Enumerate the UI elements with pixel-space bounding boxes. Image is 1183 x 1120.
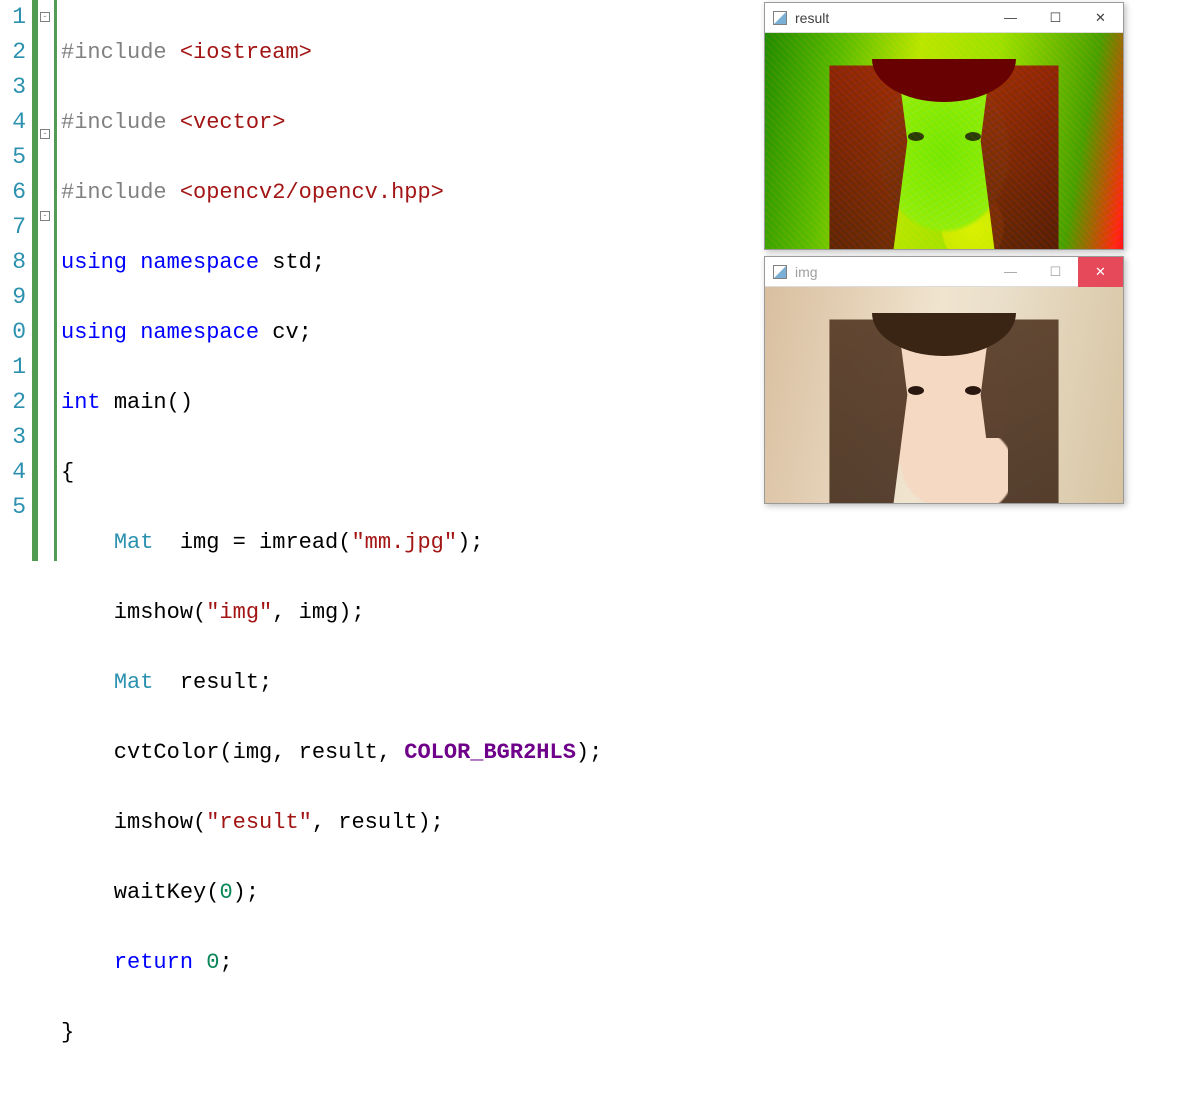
result-image	[765, 33, 1123, 249]
code-line[interactable]: return 0;	[61, 945, 602, 980]
line-number: 4	[0, 455, 32, 490]
code-line[interactable]: #include <vector>	[61, 105, 602, 140]
close-button[interactable]: ✕	[1078, 257, 1123, 287]
line-number: 3	[0, 420, 32, 455]
titlebar[interactable]: result — ☐ ✕	[765, 3, 1123, 33]
line-number: 5	[0, 140, 32, 175]
fold-toggle-icon[interactable]: -	[40, 129, 50, 139]
maximize-button[interactable]: ☐	[1033, 3, 1078, 33]
line-number: 5	[0, 490, 32, 525]
fold-column[interactable]: - - -	[38, 0, 52, 561]
fold-toggle-icon[interactable]: -	[40, 12, 50, 22]
code-line[interactable]: imshow("result", result);	[61, 805, 602, 840]
output-window-result[interactable]: result — ☐ ✕	[764, 2, 1124, 250]
code-area[interactable]: #include <iostream> #include <vector> #i…	[57, 0, 602, 561]
app-icon	[773, 265, 787, 279]
close-button[interactable]: ✕	[1078, 3, 1123, 33]
code-line[interactable]: using namespace std;	[61, 245, 602, 280]
line-number: 0	[0, 315, 32, 350]
app-icon	[773, 11, 787, 25]
line-number: 8	[0, 245, 32, 280]
fold-toggle-icon[interactable]: -	[40, 211, 50, 221]
code-line[interactable]: #include <iostream>	[61, 35, 602, 70]
source-image	[765, 287, 1123, 503]
code-line[interactable]: imshow("img", img);	[61, 595, 602, 630]
line-number: 2	[0, 385, 32, 420]
code-line[interactable]: Mat img = imread("mm.jpg");	[61, 525, 602, 560]
code-line[interactable]: {	[61, 455, 602, 490]
code-line[interactable]: Mat result;	[61, 665, 602, 700]
code-line[interactable]: waitKey(0);	[61, 875, 602, 910]
minimize-button[interactable]: —	[988, 257, 1033, 287]
image-viewport	[765, 33, 1123, 249]
window-title: img	[795, 264, 988, 280]
titlebar[interactable]: img — ☐ ✕	[765, 257, 1123, 287]
line-number: 2	[0, 35, 32, 70]
code-line[interactable]: cvtColor(img, result, COLOR_BGR2HLS);	[61, 735, 602, 770]
line-number: 3	[0, 70, 32, 105]
output-window-img[interactable]: img — ☐ ✕	[764, 256, 1124, 504]
line-number-gutter: 1 2 3 4 5 6 7 8 9 0 1 2 3 4 5	[0, 0, 32, 561]
code-line[interactable]: }	[61, 1015, 602, 1050]
line-number: 4	[0, 105, 32, 140]
code-line[interactable]: int main()	[61, 385, 602, 420]
line-number: 7	[0, 210, 32, 245]
maximize-button[interactable]: ☐	[1033, 257, 1078, 287]
code-line[interactable]: #include <opencv2/opencv.hpp>	[61, 175, 602, 210]
line-number: 1	[0, 0, 32, 35]
image-viewport	[765, 287, 1123, 503]
minimize-button[interactable]: —	[988, 3, 1033, 33]
code-line[interactable]: using namespace cv;	[61, 315, 602, 350]
window-title: result	[795, 10, 988, 26]
line-number: 1	[0, 350, 32, 385]
line-number: 9	[0, 280, 32, 315]
line-number: 6	[0, 175, 32, 210]
